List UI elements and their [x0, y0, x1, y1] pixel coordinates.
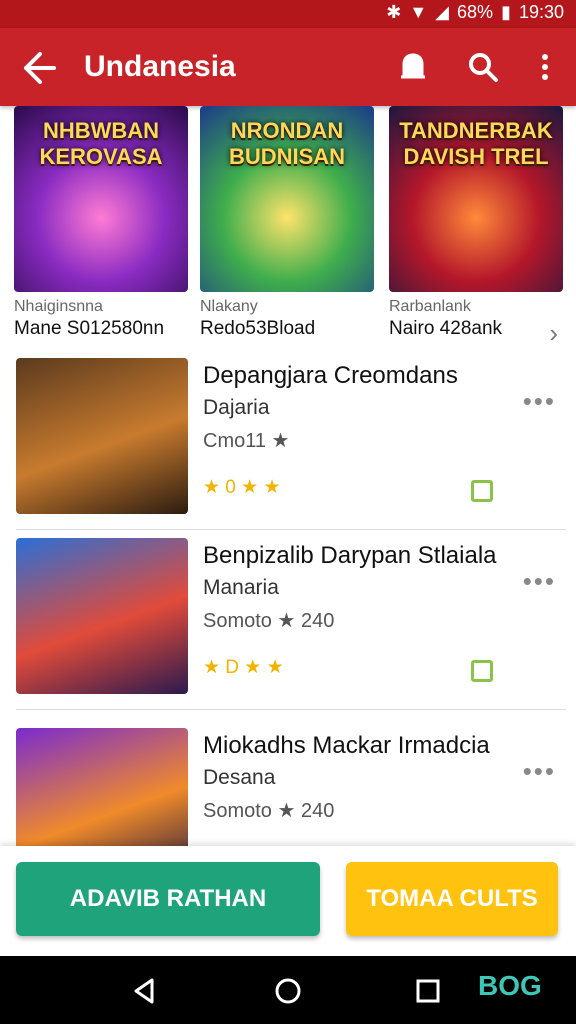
item-title: Miokadhs Mackar Irmadcia — [203, 732, 490, 759]
search-icon[interactable] — [466, 50, 500, 84]
thumbnail-title: TANDNERBAK DAVISH TREL — [399, 118, 553, 169]
list-item[interactable]: Benpizalib Darypan Stlaiala Manaria Somo… — [0, 530, 576, 710]
back-arrow-icon[interactable] — [20, 48, 60, 88]
signal-icon: ◢ — [435, 2, 450, 22]
featured-card[interactable]: TANDNERBAK DAVISH TREL Rarbanlank Nairo … — [389, 106, 563, 340]
rating-stars: ★ D ★ ★ — [203, 657, 284, 678]
card-name: Mane S012580nn — [14, 318, 165, 339]
card-subtitle: Nhaiginsnna — [14, 298, 103, 315]
item-title: Benpizalib Darypan Stlaiala — [203, 542, 497, 569]
notifications-icon[interactable] — [396, 50, 430, 84]
primary-action-button[interactable]: ADAVIB RATHAN — [16, 862, 320, 936]
list-item[interactable]: Depangjara Creomdans Dajaria Cmo11 ★ ★ 0… — [0, 350, 576, 530]
nav-home-icon[interactable] — [271, 974, 305, 1008]
wifi-icon: ▼ — [409, 2, 428, 22]
game-thumbnail: NHBWBAN KEROVASA — [14, 106, 188, 292]
status-bar: ✱ ▼ ◢ 68% ▮ 19:30 — [0, 0, 576, 28]
card-name: Nairo 428ank — [389, 318, 503, 339]
nav-back-icon[interactable] — [128, 974, 162, 1008]
item-subtitle: Dajaria — [203, 396, 270, 419]
game-thumbnail: TANDNERBAK DAVISH TREL — [389, 106, 563, 292]
watermark-logo: BOG — [478, 970, 542, 1001]
rating-stars: ★ 0 ★ ★ — [203, 477, 281, 498]
checkbox[interactable] — [471, 660, 493, 682]
card-subtitle: Rarbanlank — [389, 298, 471, 315]
status-time: 19:30 — [518, 2, 564, 22]
item-title: Depangjara Creomdans — [203, 362, 458, 389]
item-meta: Somoto ★ 240 — [203, 610, 335, 632]
card-subtitle: Nlakany — [200, 298, 258, 315]
page-title: Undanesia — [84, 50, 236, 83]
app-bar: Undanesia — [0, 28, 576, 106]
secondary-action-button[interactable]: TOMAA CULTS — [346, 862, 558, 936]
item-meta: Somoto ★ 240 — [203, 800, 335, 822]
featured-carousel: NHBWBAN KEROVASA Nhaiginsnna Mane S01258… — [0, 106, 576, 350]
game-artwork — [16, 358, 188, 514]
featured-card[interactable]: NHBWBAN KEROVASA Nhaiginsnna Mane S01258… — [14, 106, 188, 340]
featured-card[interactable]: NRONDAN BUDNISAN Nlakany Redo53Bload — [200, 106, 374, 340]
bottom-action-bar: ADAVIB RATHAN TOMAA CULTS — [0, 846, 576, 956]
game-artwork — [16, 728, 188, 846]
more-options-icon[interactable]: ••• — [523, 566, 556, 597]
item-subtitle: Desana — [203, 766, 276, 789]
thumbnail-title: NRONDAN BUDNISAN — [228, 118, 346, 169]
battery-icon: ▮ — [501, 2, 511, 22]
more-options-icon[interactable]: ••• — [523, 756, 556, 787]
game-artwork — [16, 538, 188, 694]
card-name: Redo53Bload — [200, 318, 316, 339]
nav-recents-icon[interactable] — [411, 974, 445, 1008]
system-nav-bar: BOG — [0, 956, 576, 1024]
status-icons: ✱ ▼ ◢ 68% ▮ 19:30 — [386, 2, 564, 23]
battery-percent: 68% — [457, 2, 494, 22]
checkbox[interactable] — [471, 480, 493, 502]
item-subtitle: Manaria — [203, 576, 279, 599]
game-thumbnail: NRONDAN BUDNISAN — [200, 106, 374, 292]
item-meta: Cmo11 ★ — [203, 430, 290, 452]
list-item[interactable]: Miokadhs Mackar Irmadcia Desana Somoto ★… — [0, 720, 576, 846]
bluetooth-icon: ✱ — [386, 2, 402, 22]
divider — [16, 709, 566, 710]
thumbnail-title: NHBWBAN KEROVASA — [39, 118, 163, 169]
more-vert-icon[interactable] — [528, 50, 562, 84]
chevron-right-icon[interactable]: › — [549, 318, 558, 349]
game-list: Depangjara Creomdans Dajaria Cmo11 ★ ★ 0… — [0, 350, 576, 846]
more-options-icon[interactable]: ••• — [523, 386, 556, 417]
